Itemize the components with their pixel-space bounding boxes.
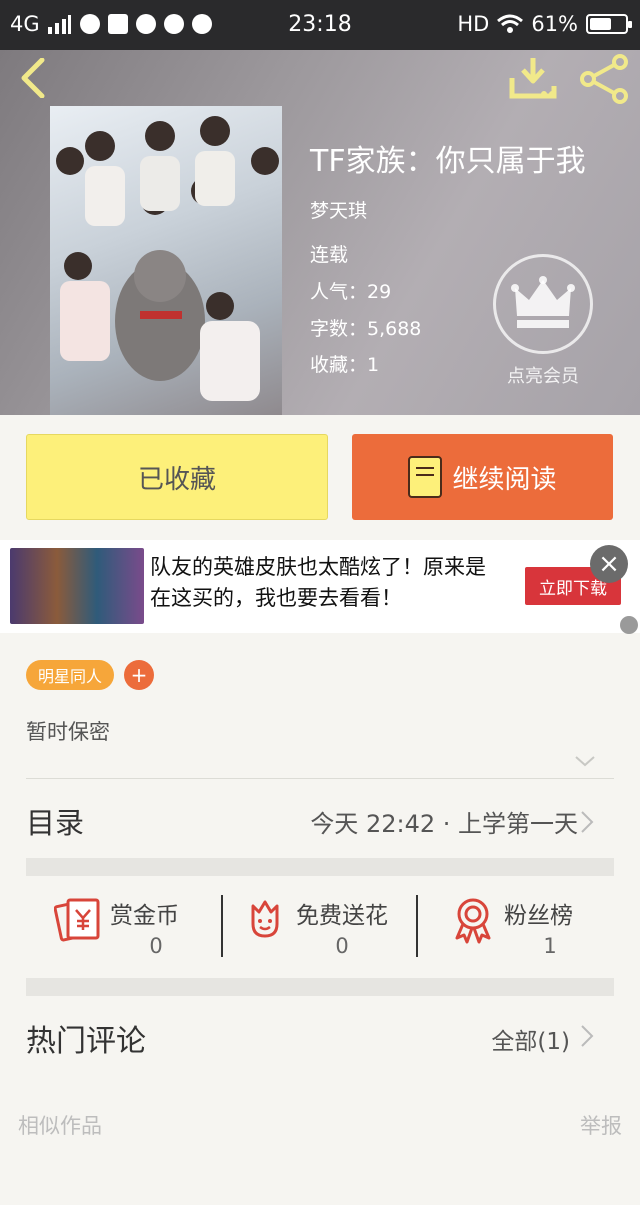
collected-label: 已收藏 bbox=[137, 464, 216, 495]
chevron-right-icon bbox=[581, 811, 594, 833]
section-separator bbox=[26, 978, 614, 996]
medal-icon bbox=[455, 898, 491, 944]
continue-reading-label: 继续阅读 bbox=[452, 464, 557, 495]
toc-label: 目录 bbox=[26, 806, 85, 840]
word-count: 字数：5,688 bbox=[310, 318, 422, 340]
status-bar-right: HD 61% bbox=[457, 12, 632, 36]
chevron-right-icon bbox=[581, 1025, 594, 1047]
ad-mark-icon bbox=[620, 616, 638, 634]
hd-indicator: HD bbox=[457, 12, 490, 36]
reward-count: 1 bbox=[543, 934, 557, 958]
download-icon[interactable] bbox=[508, 56, 558, 100]
action-bar: 已收藏 继续阅读 bbox=[0, 415, 640, 540]
vertical-divider bbox=[221, 895, 223, 957]
red-envelope-icon bbox=[54, 898, 100, 942]
reward-count: 0 bbox=[149, 934, 163, 958]
hot-comments-label: 热门评论 bbox=[26, 1024, 146, 1059]
continue-reading-button[interactable]: 继续阅读 bbox=[352, 434, 613, 520]
reward-count: 0 bbox=[335, 934, 349, 958]
book-description: 暂时保密 bbox=[26, 720, 110, 744]
close-icon[interactable]: × bbox=[590, 545, 628, 583]
footer: 相似作品 举报 bbox=[0, 1100, 640, 1160]
table-of-contents-row[interactable]: 目录 今天 22:42 · 上学第一天 bbox=[0, 780, 640, 858]
report-link[interactable]: 举报 bbox=[580, 1110, 622, 1140]
tag-list: 明星同人 + bbox=[26, 660, 155, 690]
latest-chapter[interactable]: 今天 22:42 · 上学第一天 bbox=[310, 804, 578, 839]
hot-comments-row[interactable]: 热门评论 全部(1) bbox=[0, 996, 640, 1076]
book-cover[interactable] bbox=[50, 106, 282, 415]
vip-badge bbox=[493, 254, 593, 354]
book-header: TF家族：你只属于我 梦天琪 连载 人气：29 字数：5,688 收藏：1 点亮… bbox=[0, 50, 640, 415]
status-bar: 4G 23:18 HD 61% bbox=[0, 0, 640, 50]
similar-works-label: 相似作品 bbox=[18, 1114, 102, 1138]
popularity: 人气：29 bbox=[310, 281, 392, 303]
crown-icon bbox=[511, 276, 575, 328]
tag[interactable]: 明星同人 bbox=[26, 660, 115, 690]
book-status: 连载 bbox=[310, 244, 349, 266]
battery-fill bbox=[590, 18, 611, 30]
favorites-count: 收藏：1 bbox=[310, 354, 380, 376]
share-icon[interactable] bbox=[578, 54, 630, 104]
wifi-icon bbox=[497, 14, 524, 33]
ad-banner[interactable]: 队友的英雄皮肤也太酷炫了！原来是在这买的，我也要去看看！ 立即下载 × bbox=[0, 540, 640, 634]
book-title: TF家族：你只属于我 bbox=[310, 144, 586, 179]
collected-button[interactable]: 已收藏 bbox=[26, 434, 328, 520]
battery-percent: 61% bbox=[531, 12, 578, 36]
ad-image[interactable] bbox=[10, 548, 144, 624]
flower-icon bbox=[251, 900, 279, 938]
ad-text[interactable]: 队友的英雄皮肤也太酷炫了！原来是在这买的，我也要去看看！ bbox=[150, 552, 495, 614]
divider bbox=[26, 778, 614, 779]
add-tag-button[interactable]: + bbox=[124, 660, 155, 690]
book-icon bbox=[408, 456, 443, 498]
vertical-divider bbox=[416, 895, 418, 957]
back-icon[interactable] bbox=[14, 58, 54, 98]
cover-illustration bbox=[56, 116, 279, 401]
free-flower-button[interactable]: 免费送花 0 bbox=[240, 886, 440, 968]
section-separator bbox=[26, 858, 614, 876]
tip-coins-button[interactable]: 赏金币 0 bbox=[54, 886, 254, 968]
book-author[interactable]: 梦天琪 bbox=[310, 196, 367, 223]
vip-label: 点亮会员 bbox=[507, 366, 579, 387]
all-comments-link[interactable]: 全部(1) bbox=[491, 1022, 570, 1056]
chevron-down-icon[interactable] bbox=[574, 752, 596, 770]
battery-icon bbox=[586, 14, 632, 34]
fan-ranking-button[interactable]: 粉丝榜 1 bbox=[448, 886, 640, 968]
reward-label: 免费送花 bbox=[296, 903, 388, 929]
reward-bar: 赏金币 0 免费送花 0 粉丝榜 1 bbox=[0, 876, 640, 978]
vip-button[interactable]: 点亮会员 bbox=[490, 254, 596, 404]
reward-label: 赏金币 bbox=[110, 903, 179, 929]
reward-label: 粉丝榜 bbox=[504, 903, 573, 929]
